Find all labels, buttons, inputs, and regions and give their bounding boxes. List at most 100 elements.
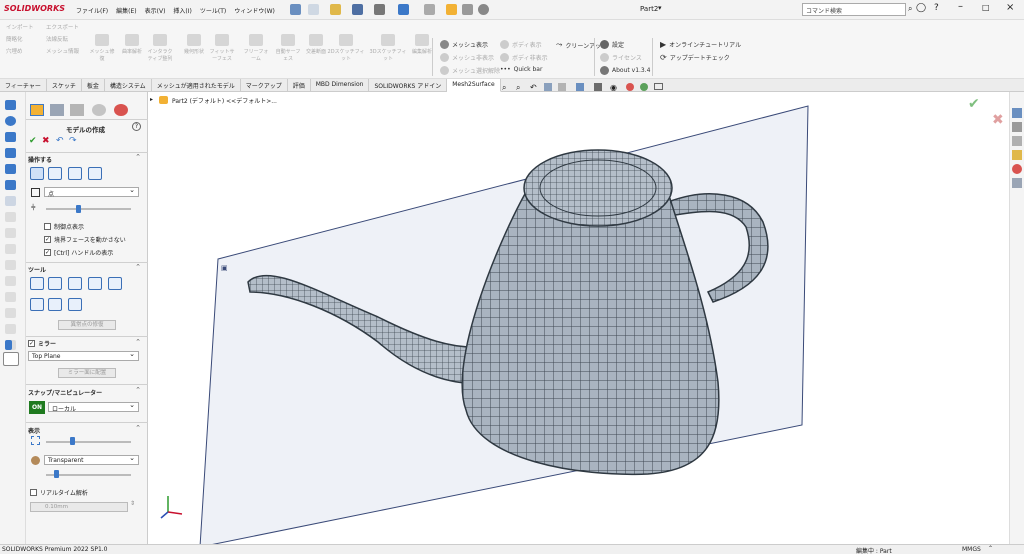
edge-tool-button[interactable] [68, 167, 82, 180]
smooth-tool-button[interactable] [48, 298, 62, 311]
place-on-mirror-button[interactable]: ミラー面に配置 [58, 368, 116, 378]
mirror-checkbox[interactable]: ✓ ミラー [28, 339, 56, 348]
dynamic-annotation-icon[interactable] [558, 83, 566, 91]
ribbon-export[interactable]: エクスポート [46, 22, 82, 34]
checkbox-box[interactable]: ✓ [28, 340, 35, 347]
show-control-points-checkbox[interactable]: 制御点表示 [44, 222, 84, 231]
mesh-density-slider-thumb[interactable] [70, 437, 75, 445]
ribbon-quick-bar[interactable]: ••• Quick bar [500, 66, 542, 73]
checkbox-box[interactable] [30, 489, 37, 496]
grid-tool-button[interactable] [30, 277, 44, 290]
file-properties-icon[interactable] [462, 4, 473, 15]
select-tool-button[interactable] [30, 167, 44, 180]
disabled-tool-icon[interactable] [5, 228, 16, 238]
ribbon-2d-sketch-fit[interactable]: 2Dスケッチフィット [326, 34, 366, 63]
surface-icon[interactable] [5, 196, 16, 206]
maximize-icon[interactable]: □ [982, 3, 990, 12]
display-manager-tab[interactable] [114, 104, 128, 116]
tab-evaluate[interactable]: 評価 [288, 79, 311, 92]
tab-addins[interactable]: SOLIDWORKS アドイン [369, 79, 448, 92]
split-tool-button[interactable] [48, 277, 62, 290]
ribbon-mesh-repair[interactable]: メッシュ修復 [88, 34, 116, 63]
hide-show-icon[interactable]: ◉ [610, 83, 617, 92]
menu-window[interactable]: ウィンドウ(W) [234, 6, 275, 15]
ribbon-curvature[interactable]: 曲率解析 [118, 34, 146, 56]
dimxpert-tab[interactable] [92, 104, 106, 116]
arrow-down-icon[interactable] [5, 148, 16, 158]
tab-mesh2surface[interactable]: Mesh2Surface [447, 79, 501, 92]
ribbon-interactive-align[interactable]: インタラクティブ整列 [146, 34, 174, 63]
curve-tool-button[interactable] [88, 277, 102, 290]
status-units[interactable]: MMGS [962, 546, 981, 553]
manipulator-mode-select[interactable]: ローカル [48, 401, 139, 413]
show-handle-checkbox[interactable]: ✓ [Ctrl] ハンドルの表示 [44, 248, 113, 257]
menu-tools[interactable]: ツール(T) [200, 6, 226, 15]
search-input[interactable]: コマンド検索 [802, 3, 906, 16]
tab-sheet-metal[interactable]: 板金 [82, 79, 105, 92]
home-icon[interactable] [290, 4, 301, 15]
wave-tool-button[interactable] [68, 277, 82, 290]
configuration-manager-tab[interactable] [70, 104, 84, 116]
ribbon-body-show[interactable]: ボディ表示 [500, 40, 542, 49]
sensitivity-slider[interactable] [46, 208, 131, 210]
ribbon-3d-sketch-fit[interactable]: 3Dスケッチフィット [368, 34, 408, 63]
disabled-tool-icon[interactable] [5, 308, 16, 318]
undo-icon[interactable]: ↶ [56, 136, 64, 146]
ribbon-auto-surface[interactable]: 自動サーフェス [274, 34, 302, 63]
ribbon-fit-surface[interactable]: フィットサーフェス [208, 34, 236, 63]
ok-check-icon[interactable]: ✔ [29, 136, 37, 146]
teapot-lid[interactable] [523, 149, 673, 227]
tab-features[interactable]: フィーチャー [0, 79, 47, 92]
print-icon[interactable] [374, 4, 385, 15]
display-mode-select[interactable]: Transparent [44, 454, 139, 465]
view-palette-icon[interactable] [1012, 164, 1022, 174]
home-icon[interactable] [1012, 108, 1022, 118]
previous-view-icon[interactable]: ↶ [530, 83, 537, 92]
patch-tool-button[interactable] [108, 277, 122, 290]
sketch-icon[interactable] [5, 164, 16, 174]
chevron-down-icon[interactable]: ▾ [658, 4, 662, 12]
ribbon-mesh-info[interactable]: メッシュ情報 [46, 46, 82, 58]
disabled-tool-icon[interactable] [5, 212, 16, 222]
mirror-plane-select[interactable]: Top Plane [28, 350, 139, 361]
new-document-icon[interactable] [308, 4, 319, 15]
realtime-analysis-checkbox[interactable]: リアルタイム解析 [30, 488, 88, 497]
select-arrow-icon[interactable] [424, 4, 435, 15]
menu-file[interactable]: ファイル(F) [76, 6, 108, 15]
face-tool-button[interactable] [48, 167, 62, 180]
save-icon[interactable] [352, 4, 363, 15]
options-gear-icon[interactable] [478, 4, 489, 15]
ribbon-settings[interactable]: 設定 [600, 40, 624, 49]
ribbon-license[interactable]: ライセンス [600, 53, 642, 62]
checkbox-box[interactable] [44, 223, 51, 230]
display-style-icon[interactable] [594, 83, 602, 91]
import-icon[interactable] [5, 100, 16, 110]
disabled-tool-icon[interactable] [5, 244, 16, 254]
ribbon-body-hide[interactable]: ボディ非表示 [500, 53, 548, 62]
ribbon-mesh-hide[interactable]: メッシュ非表示 [440, 53, 494, 62]
ribbon-mesh-deselect[interactable]: メッシュ選択解除 [440, 66, 500, 75]
align-icon[interactable] [5, 116, 16, 126]
cancel-x-icon[interactable]: ✖ [42, 136, 50, 146]
collapse-icon[interactable]: ⌃ [135, 263, 141, 271]
element-type-select[interactable]: 点 [44, 186, 139, 198]
spin-icon[interactable]: ⇕ [130, 500, 135, 507]
fix-boundary-checkbox[interactable]: ✓ 境界フェースを動かさない [44, 235, 126, 244]
section-view-icon[interactable] [544, 83, 552, 91]
disabled-tool-icon[interactable] [5, 260, 16, 270]
user-icon[interactable]: ◯ [916, 3, 926, 13]
ribbon-simplify[interactable]: 簡略化 [6, 34, 42, 46]
ribbon-mesh-show[interactable]: メッシュ表示 [440, 40, 488, 49]
collapse-icon[interactable]: ⌃ [135, 386, 141, 394]
tab-mesh-model[interactable]: メッシュが適用されたモデル [152, 79, 241, 92]
redo-icon[interactable]: ↷ [69, 136, 77, 146]
collapse-icon[interactable]: ⌃ [135, 424, 141, 432]
repair-outliers-button[interactable]: 異常点の修復 [58, 320, 116, 330]
ribbon-online-tutorial[interactable]: ▶ オンラインチュートリアル [660, 40, 741, 49]
collapse-icon[interactable]: ⌃ [135, 153, 141, 161]
loop-tool-button[interactable] [88, 167, 102, 180]
help-icon[interactable]: ? [934, 3, 939, 13]
edit-appearance-icon[interactable] [626, 83, 634, 91]
disabled-tool-icon[interactable] [5, 276, 16, 286]
ribbon-hole-fill[interactable]: 穴埋め [6, 46, 42, 58]
